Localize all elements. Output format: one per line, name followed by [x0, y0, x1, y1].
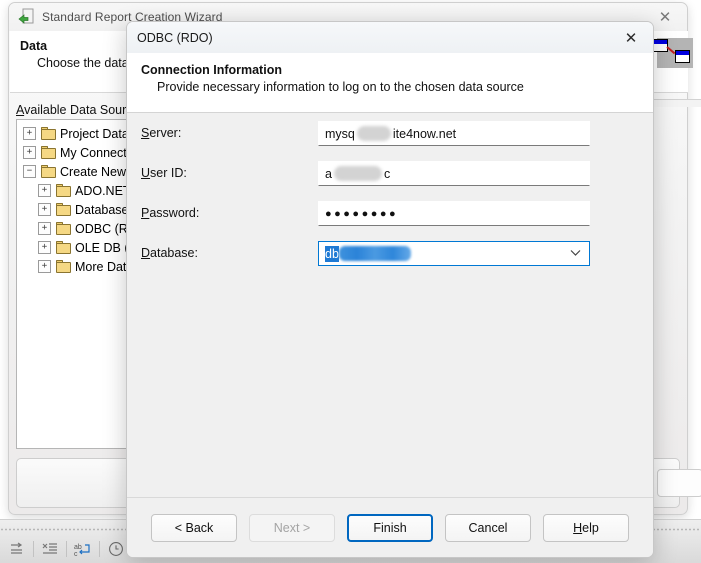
- selected-value-text: db: [325, 245, 339, 262]
- database-combobox[interactable]: db: [318, 241, 590, 266]
- odbc-rdo-dialog: ODBC (RDO) ✕ Connection Information Prov…: [126, 21, 654, 558]
- available-sources-accel: A: [16, 103, 25, 117]
- value-prefix-text: a: [325, 166, 332, 181]
- tree-item-label: Project Data: [60, 126, 129, 141]
- field-label-rest: erver:: [149, 126, 182, 140]
- expand-icon[interactable]: +: [23, 127, 36, 140]
- password-input[interactable]: ●●●●●●●●: [318, 201, 590, 226]
- screen-root: Standard Report Creation Wizard ✕ Data C…: [0, 0, 701, 563]
- expand-icon[interactable]: +: [38, 222, 51, 235]
- server-input[interactable]: mysq ite4now.net: [318, 121, 590, 146]
- expand-icon[interactable]: +: [38, 260, 51, 273]
- field-label-rest: assword:: [149, 206, 200, 220]
- wizard-hidden-button[interactable]: [657, 469, 701, 497]
- form-row: Database: db: [127, 241, 653, 267]
- folder-icon: [56, 260, 72, 273]
- field-label-accel: U: [141, 166, 151, 180]
- form-row: Password: ●●●●●●●●: [127, 201, 653, 227]
- form-row: User ID: a c: [127, 161, 653, 187]
- back-button[interactable]: < Back: [151, 514, 237, 542]
- folder-icon: [41, 165, 57, 178]
- folder-icon: [56, 241, 72, 254]
- table-relation-icon: [653, 38, 693, 68]
- expand-icon[interactable]: +: [38, 203, 51, 216]
- toolbar-separator: [99, 541, 100, 557]
- relation-table-b-icon: [675, 50, 690, 63]
- toolbar-separator: [33, 541, 34, 557]
- redacted-value: [338, 246, 411, 261]
- redacted-value: [356, 126, 391, 141]
- button-label: Cancel: [468, 521, 508, 535]
- dialog-header: Connection Information Provide necessary…: [127, 53, 653, 113]
- form-row: Server: mysq ite4now.net: [127, 121, 653, 147]
- next-button: Next >: [249, 514, 335, 542]
- svg-text:c: c: [74, 551, 78, 557]
- report-wizard-icon: [17, 8, 35, 26]
- field-label-rest: ser ID:: [150, 166, 187, 180]
- field-label: Database:: [141, 246, 198, 260]
- field-label: Password:: [141, 206, 199, 220]
- cancel-button[interactable]: Cancel: [445, 514, 531, 542]
- folder-icon: [56, 184, 72, 197]
- toolbar-separator: [66, 541, 67, 557]
- value-prefix-text: mysq: [325, 126, 355, 141]
- expand-icon[interactable]: +: [38, 241, 51, 254]
- help-button[interactable]: Help: [543, 514, 629, 542]
- relation-table-a-icon: [653, 39, 668, 52]
- tree-item-label: My Connectio: [60, 145, 137, 160]
- expand-icon[interactable]: +: [23, 146, 36, 159]
- finish-button[interactable]: Finish: [347, 514, 433, 542]
- abc-wrap-icon[interactable]: ab c: [70, 539, 96, 559]
- chevron-down-icon[interactable]: [570, 249, 581, 258]
- field-label: Server:: [141, 126, 181, 140]
- folder-icon: [41, 146, 57, 159]
- folder-icon: [56, 203, 72, 216]
- dialog-footer: < Back Next > Finish Cancel Help: [127, 497, 653, 557]
- value-suffix-text: ite4now.net: [392, 126, 457, 141]
- field-label-rest: atabase:: [150, 246, 198, 260]
- button-label: Help: [573, 521, 599, 535]
- folder-icon: [56, 222, 72, 235]
- connection-information-subheading: Provide necessary information to log on …: [157, 80, 524, 94]
- field-label: User ID:: [141, 166, 187, 180]
- dialog-body: Server: mysq ite4now.net User ID: a c Password…: [127, 113, 653, 497]
- value-suffix-text: c: [383, 166, 391, 181]
- user-id-input[interactable]: ac: [318, 161, 590, 186]
- redacted-value: [333, 166, 382, 181]
- folder-icon: [41, 127, 57, 140]
- button-label: Finish: [373, 521, 407, 535]
- password-mask: ●●●●●●●●: [325, 207, 399, 220]
- dialog-title: ODBC (RDO): [137, 30, 213, 45]
- button-label: < Back: [174, 521, 214, 535]
- list-remove-icon[interactable]: [37, 539, 63, 559]
- indent-arrow-icon[interactable]: [4, 539, 30, 559]
- field-label-accel: D: [141, 246, 151, 260]
- dialog-titlebar: ODBC (RDO) ✕: [127, 22, 653, 53]
- close-icon[interactable]: ✕: [609, 22, 653, 53]
- collapse-icon[interactable]: −: [23, 165, 36, 178]
- tree-item-label: More Data: [75, 259, 134, 274]
- button-label: Next >: [273, 521, 311, 535]
- toolbar-icon-group: ab c: [4, 538, 129, 560]
- svg-text:ab: ab: [74, 544, 82, 551]
- expand-icon[interactable]: +: [38, 184, 51, 197]
- connection-information-heading: Connection Information: [141, 63, 282, 77]
